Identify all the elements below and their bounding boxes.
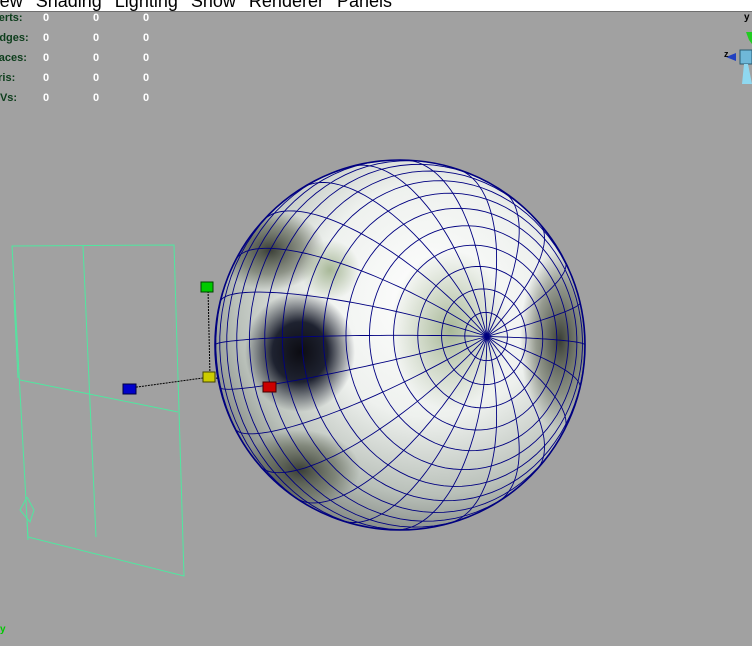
- hud-value: 0: [143, 52, 150, 64]
- eyeball-sphere[interactable]: [214, 159, 600, 531]
- hud-value: 0: [143, 72, 150, 84]
- manip-z-handle[interactable]: [122, 383, 137, 395]
- hud-value: 0: [43, 52, 50, 64]
- hud-value: 0: [93, 12, 100, 24]
- manip-y-handle[interactable]: [200, 281, 214, 293]
- hud-value: 0: [143, 12, 150, 24]
- hud-value: 0: [43, 72, 50, 84]
- view-cube-z-label: z: [724, 49, 729, 59]
- hud-value: 0: [93, 32, 100, 44]
- hud-value: 0: [93, 52, 100, 64]
- hud-value: 0: [43, 92, 50, 104]
- camera-frustum[interactable]: [11, 244, 185, 577]
- manip-x-handle[interactable]: [262, 381, 277, 393]
- hud-value: 0: [143, 92, 150, 104]
- hud-value: 0: [93, 92, 100, 104]
- view-cube-face-icon[interactable]: [739, 49, 752, 65]
- axis-indicator-label: y: [0, 624, 6, 635]
- view-cube-y-cone-icon[interactable]: [746, 32, 752, 44]
- hud-value: 0: [43, 12, 50, 24]
- view-cube-y-label: y: [744, 12, 750, 23]
- hud-value: 0: [93, 72, 100, 84]
- view-cube-x-cone-icon[interactable]: [742, 64, 752, 84]
- manip-center-handle[interactable]: [202, 371, 216, 383]
- hud-value: 0: [43, 32, 50, 44]
- hud-value: 0: [143, 32, 150, 44]
- maya-viewport[interactable]: View Shading Lighting Show Renderer Pane…: [0, 0, 752, 646]
- axis-indicator-icon: [0, 640, 12, 646]
